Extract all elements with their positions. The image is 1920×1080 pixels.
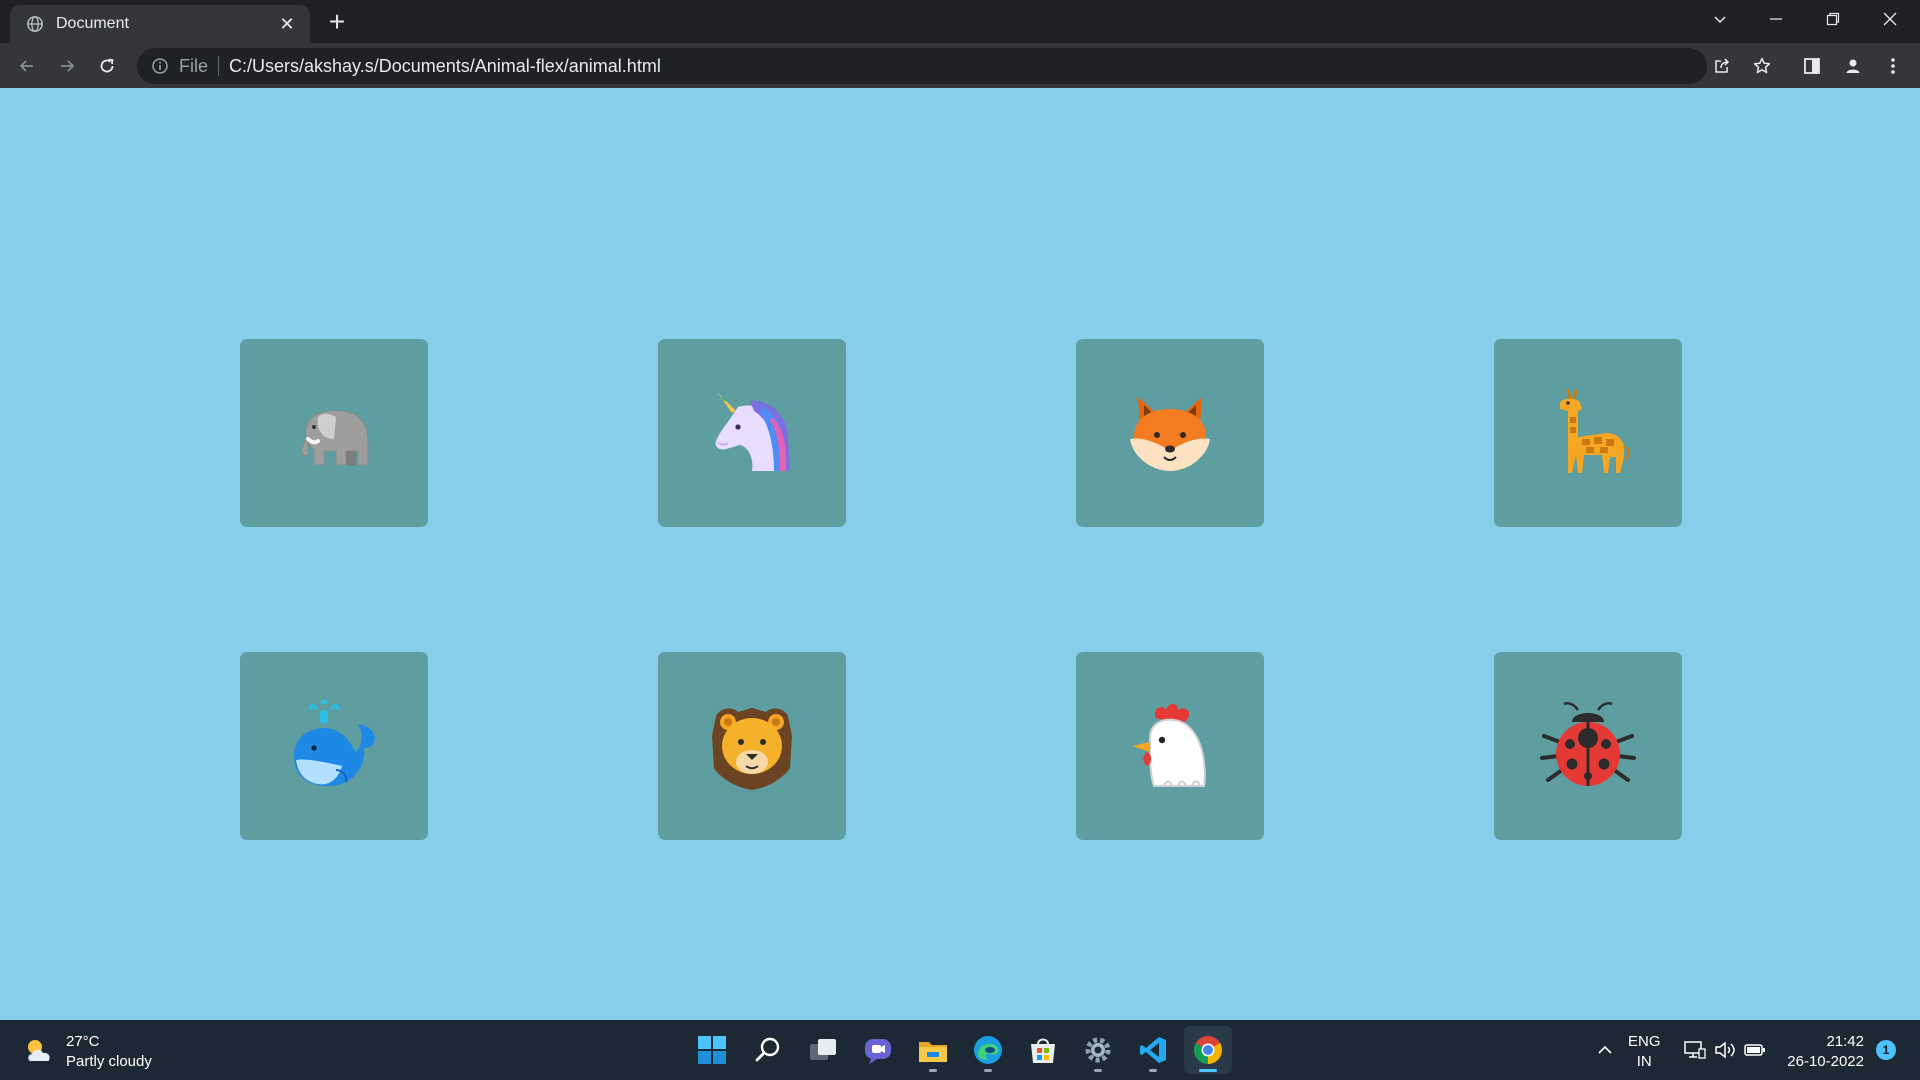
address-separator	[218, 56, 220, 76]
rooster-icon	[1132, 704, 1206, 787]
reload-icon	[100, 58, 114, 73]
close-window-button[interactable]	[1862, 0, 1918, 38]
forward-button[interactable]	[50, 49, 84, 83]
clock-date: 26-10-2022	[1787, 1053, 1864, 1070]
giraffe-icon	[1560, 389, 1630, 473]
task-view-button[interactable]	[799, 1026, 847, 1074]
language-code: ENG	[1628, 1033, 1661, 1050]
fox-icon	[1130, 397, 1210, 471]
tab-document[interactable]: Document ✕	[10, 5, 310, 43]
address-bar[interactable]: File C:/Users/akshay.s/Documents/Animal-…	[137, 48, 1707, 84]
card-rooster	[1076, 652, 1264, 840]
gear-icon	[1085, 1037, 1111, 1063]
battery-icon	[1744, 1044, 1765, 1056]
running-indicator	[1094, 1069, 1102, 1072]
restore-button[interactable]	[1805, 0, 1861, 38]
back-button[interactable]	[10, 49, 44, 83]
partly-cloudy-icon	[28, 1040, 50, 1062]
card-lion	[658, 652, 846, 840]
language-indicator[interactable]: ENG IN	[1628, 1032, 1661, 1072]
tab-search-button[interactable]	[1692, 0, 1748, 38]
start-button[interactable]	[688, 1026, 736, 1074]
chrome-icon	[1194, 1036, 1222, 1064]
network-icon	[1684, 1041, 1706, 1059]
more-vert-icon	[1891, 58, 1895, 74]
globe-icon	[27, 16, 43, 32]
clock[interactable]: 21:42 26-10-2022	[1780, 1032, 1864, 1072]
minimize-button[interactable]	[1748, 0, 1804, 38]
chevron-down-icon	[1714, 16, 1726, 24]
elephant-icon	[301, 410, 369, 466]
search-button[interactable]	[744, 1026, 792, 1074]
star-icon	[1753, 57, 1771, 74]
card-fox	[1076, 339, 1264, 527]
store-button[interactable]	[1019, 1026, 1067, 1074]
restore-icon	[1826, 12, 1840, 26]
url-text[interactable]: C:/Users/akshay.s/Documents/Animal-flex/…	[229, 56, 1707, 77]
bookmark-button[interactable]	[1748, 52, 1776, 80]
arrow-right-icon	[61, 60, 75, 72]
reload-button[interactable]	[90, 49, 124, 83]
whale-icon	[294, 699, 375, 786]
clock-time: 21:42	[1826, 1033, 1864, 1050]
settings-button[interactable]	[1074, 1026, 1122, 1074]
windows-icon	[698, 1036, 726, 1064]
unicorn-icon	[715, 393, 790, 471]
browser-toolbar: File C:/Users/akshay.s/Documents/Animal-…	[0, 43, 1920, 88]
tab-strip: Document ✕ +	[0, 0, 1920, 43]
close-icon	[1883, 12, 1897, 26]
chat-button[interactable]	[854, 1026, 902, 1074]
weather-widget[interactable]: 27°C Partly cloudy	[22, 1032, 152, 1072]
share-button[interactable]	[1708, 52, 1736, 80]
arrow-left-icon	[19, 60, 33, 72]
scheme-label: File	[179, 55, 209, 76]
network-button[interactable]	[1680, 1020, 1710, 1080]
store-icon	[1031, 1038, 1055, 1063]
card-elephant	[240, 339, 428, 527]
region-code: IN	[1636, 1053, 1652, 1070]
new-tab-button[interactable]: +	[322, 8, 352, 38]
taskbar: 27°C Partly cloudy ENG IN 21:42 26-10-20…	[0, 1020, 1920, 1080]
running-indicator	[1149, 1069, 1157, 1072]
card-unicorn	[658, 339, 846, 527]
show-hidden-icons-button[interactable]	[1590, 1020, 1620, 1080]
share-icon	[1715, 58, 1730, 73]
edge-icon	[974, 1036, 1002, 1064]
volume-icon	[1715, 1041, 1735, 1059]
volume-button[interactable]	[1710, 1020, 1740, 1080]
lion-icon	[712, 708, 792, 790]
folder-icon	[919, 1042, 947, 1062]
card-ladybug	[1494, 652, 1682, 840]
weather-temp: 27°C	[66, 1033, 100, 1050]
chevron-up-icon	[1598, 1045, 1612, 1054]
info-icon[interactable]	[151, 57, 169, 75]
file-explorer-button[interactable]	[909, 1026, 957, 1074]
running-indicator	[929, 1069, 937, 1072]
ladybug-icon	[1540, 702, 1636, 786]
card-whale	[240, 652, 428, 840]
running-indicator	[1199, 1069, 1217, 1072]
minimize-icon	[1770, 18, 1782, 20]
card-giraffe	[1494, 339, 1682, 527]
vscode-button[interactable]	[1129, 1026, 1177, 1074]
chat-icon	[865, 1039, 891, 1064]
battery-button[interactable]	[1740, 1020, 1770, 1080]
task-view-icon	[810, 1039, 836, 1060]
profile-button[interactable]	[1836, 49, 1870, 83]
notification-badge[interactable]: 1	[1876, 1040, 1896, 1060]
profile-icon	[1846, 59, 1860, 73]
side-panel-button[interactable]	[1795, 49, 1829, 83]
edge-button[interactable]	[964, 1026, 1012, 1074]
tab-title: Document	[56, 15, 129, 32]
side-panel-icon	[1804, 58, 1820, 74]
chrome-button[interactable]	[1184, 1026, 1232, 1074]
running-indicator	[984, 1069, 992, 1072]
menu-button[interactable]	[1876, 49, 1910, 83]
weather-condition: Partly cloudy	[66, 1053, 152, 1070]
tab-close-icon[interactable]: ✕	[276, 13, 298, 35]
vscode-icon	[1140, 1037, 1166, 1063]
search-icon	[755, 1037, 780, 1062]
page-content	[0, 88, 1920, 1020]
